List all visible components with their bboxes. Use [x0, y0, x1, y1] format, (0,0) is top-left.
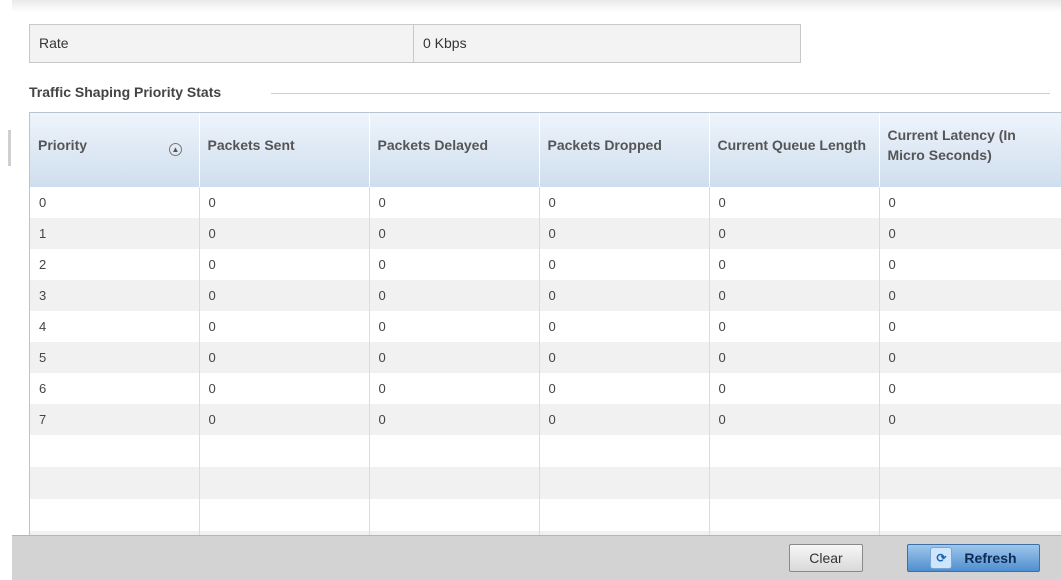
cell-priority: 5 [30, 342, 200, 373]
refresh-button[interactable]: ⟳ Refresh [907, 544, 1040, 572]
empty-row [30, 499, 1061, 531]
rate-value: 0 Kbps [423, 35, 467, 51]
section-title: Traffic Shaping Priority Stats [29, 84, 222, 100]
top-shade [0, 0, 1061, 12]
rate-label: Rate [30, 25, 414, 62]
cell-queue-length: 0 [709, 280, 880, 311]
table-row[interactable]: 4 0 0 0 0 0 [30, 311, 1061, 342]
priority-stats-table: Priority ▲ Packets Sent Packets Delayed … [30, 113, 1061, 535]
cell-queue-length: 0 [709, 187, 880, 218]
cell-latency: 0 [879, 249, 1061, 280]
column-header-packets-dropped[interactable]: Packets Dropped [539, 113, 710, 187]
column-header-current-latency[interactable]: Current Latency (In Micro Seconds) [879, 113, 1061, 187]
table-row[interactable]: 6 0 0 0 0 0 [30, 373, 1061, 404]
section-divider [271, 93, 1050, 94]
action-bar: Clear ⟳ Refresh [12, 535, 1061, 580]
cell-priority: 4 [30, 311, 200, 342]
cell-latency: 0 [879, 280, 1061, 311]
cell-latency: 0 [879, 404, 1061, 435]
cell-priority: 3 [30, 280, 200, 311]
column-header-current-queue-length[interactable]: Current Queue Length [709, 113, 880, 187]
refresh-icon: ⟳ [930, 547, 953, 569]
sort-ascending-icon[interactable]: ▲ [169, 143, 182, 156]
cell-packets-sent: 0 [199, 311, 370, 342]
empty-row [30, 435, 1061, 467]
cell-packets-sent: 0 [199, 342, 370, 373]
cell-packets-sent: 0 [199, 280, 370, 311]
cell-queue-length: 0 [709, 373, 880, 404]
cell-latency: 0 [879, 218, 1061, 249]
cell-packets-sent: 0 [199, 218, 370, 249]
cell-queue-length: 0 [709, 311, 880, 342]
cell-packets-dropped: 0 [539, 311, 710, 342]
table-row[interactable]: 7 0 0 0 0 0 [30, 404, 1061, 435]
cell-packets-sent: 0 [199, 187, 370, 218]
cell-priority: 1 [30, 218, 200, 249]
cell-packets-sent: 0 [199, 373, 370, 404]
cell-latency: 0 [879, 342, 1061, 373]
cell-packets-delayed: 0 [369, 311, 540, 342]
cell-latency: 0 [879, 373, 1061, 404]
cell-priority: 0 [30, 187, 200, 218]
table-row[interactable]: 1 0 0 0 0 0 [30, 218, 1061, 249]
cell-queue-length: 0 [709, 404, 880, 435]
cell-priority: 6 [30, 373, 200, 404]
cell-packets-delayed: 0 [369, 342, 540, 373]
empty-row [30, 467, 1061, 499]
cell-packets-delayed: 0 [369, 249, 540, 280]
table-header-row: Priority ▲ Packets Sent Packets Delayed … [30, 113, 1061, 187]
table-row[interactable]: 3 0 0 0 0 0 [30, 280, 1061, 311]
table-row[interactable]: 5 0 0 0 0 0 [30, 342, 1061, 373]
cell-packets-sent: 0 [199, 249, 370, 280]
priority-stats-grid: Priority ▲ Packets Sent Packets Delayed … [29, 112, 1061, 536]
cell-packets-dropped: 0 [539, 280, 710, 311]
cell-packets-dropped: 0 [539, 187, 710, 218]
cell-packets-delayed: 0 [369, 280, 540, 311]
table-row[interactable]: 0 0 0 0 0 0 [30, 187, 1061, 218]
column-header-packets-sent[interactable]: Packets Sent [199, 113, 370, 187]
refresh-button-label: Refresh [964, 550, 1017, 566]
rate-field: Rate 0 Kbps [29, 24, 801, 63]
cell-priority: 2 [30, 249, 200, 280]
cell-packets-delayed: 0 [369, 218, 540, 249]
cell-packets-delayed: 0 [369, 404, 540, 435]
table-row[interactable]: 2 0 0 0 0 0 [30, 249, 1061, 280]
cell-queue-length: 0 [709, 218, 880, 249]
column-header-packets-delayed[interactable]: Packets Delayed [369, 113, 540, 187]
cell-packets-dropped: 0 [539, 218, 710, 249]
cell-packets-sent: 0 [199, 404, 370, 435]
cell-latency: 0 [879, 311, 1061, 342]
cell-packets-delayed: 0 [369, 187, 540, 218]
cell-packets-dropped: 0 [539, 404, 710, 435]
left-edge [0, 0, 12, 579]
cell-priority: 7 [30, 404, 200, 435]
cell-queue-length: 0 [709, 342, 880, 373]
column-header-priority[interactable]: Priority ▲ [30, 113, 200, 187]
cell-packets-delayed: 0 [369, 373, 540, 404]
cell-packets-dropped: 0 [539, 342, 710, 373]
clear-button[interactable]: Clear [789, 544, 863, 572]
cell-packets-dropped: 0 [539, 373, 710, 404]
cell-packets-dropped: 0 [539, 249, 710, 280]
cell-latency: 0 [879, 187, 1061, 218]
collapse-handle[interactable] [8, 130, 11, 166]
cell-queue-length: 0 [709, 249, 880, 280]
